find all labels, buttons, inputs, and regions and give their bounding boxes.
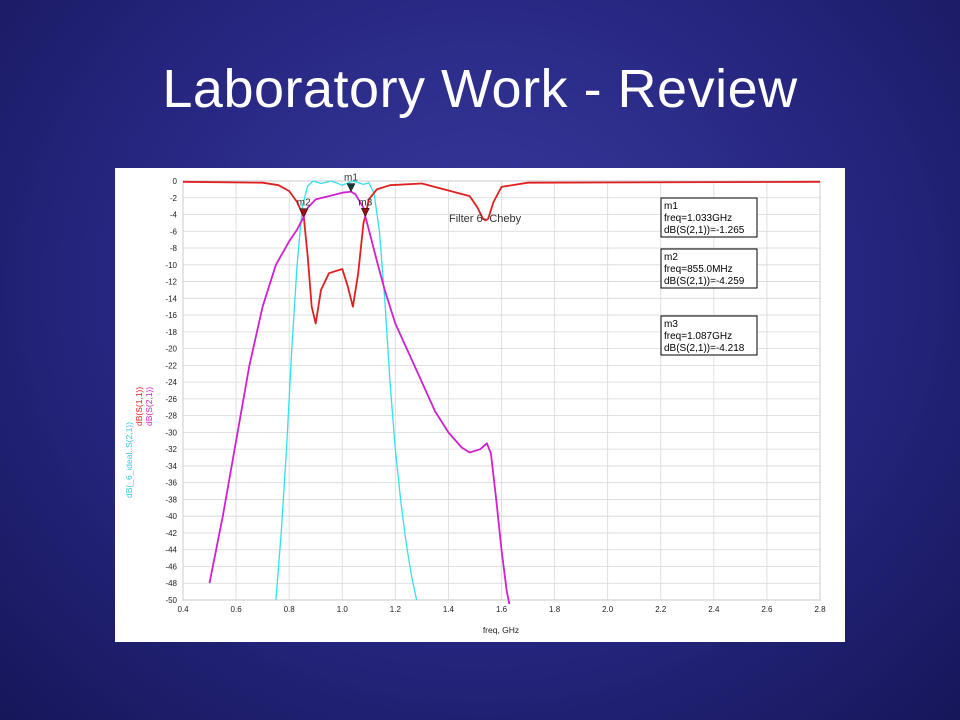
x-tick-labels: 0.4 0.6 0.8 1.0 1.2 1.4 1.6 1.8 2.0 2.2 2.4 2.6 2.8 [177,605,826,614]
marker-m1-name: m1 [664,201,678,212]
y-tick-label: -40 [165,512,177,521]
x-tick-label: 1.2 [390,605,402,614]
s-parameter-chart: 0 -2 -4 -6 -8 -10 -12 -14 -16 -18 -20 -22 -24 -26 -28 -… [124,173,826,635]
marker-m3-value: dB(S(2,1))=-4.218 [664,343,745,354]
x-tick-label: 2.0 [602,605,614,614]
marker-label-m2: m2 [297,198,311,209]
marker-triangle-m3 [360,208,370,217]
plot-panel: 0 -2 -4 -6 -8 -10 -12 -14 -16 -18 -20 -22 -24 -26 -28 -… [115,168,845,642]
x-tick-label: 0.6 [231,605,243,614]
y-tick-label: -46 [165,562,177,571]
y-tick-label: -38 [165,495,177,504]
x-tick-label: 1.6 [496,605,508,614]
y-tick-label: -44 [165,546,177,555]
grid [182,180,821,601]
y-tick-label: -42 [165,529,177,538]
y-tick-label: -26 [165,395,177,404]
x-tick-label: 2.2 [655,605,667,614]
y-tick-label: -28 [165,412,177,421]
y-label-series-s11: dB(S(1,1)) [134,387,144,426]
y-tick-label: -48 [165,579,177,588]
x-tick-label: 1.4 [443,605,455,614]
y-tick-label: -34 [165,462,177,471]
y-tick-label: -16 [165,311,177,320]
marker-m2-name: m2 [664,252,678,263]
x-tick-label: 1.8 [549,605,561,614]
y-tick-label: -50 [165,596,177,605]
marker-m3-freq: freq=1.087GHz [664,331,732,342]
y-tick-label: -36 [165,479,177,488]
y-tick-label: -20 [165,345,177,354]
y-tick-label: -2 [170,194,178,203]
marker-triangle-m1 [346,183,356,193]
x-tick-label: 1.0 [337,605,349,614]
y-tick-label: -4 [170,211,178,220]
y-tick-label: -12 [165,278,177,287]
y-tick-label: -10 [165,261,177,270]
x-tick-label: 2.4 [708,605,720,614]
x-tick-label: 2.6 [761,605,773,614]
y-label-series-ideal: dB(_6_ideal..S(2,1)) [124,422,134,498]
marker-label-m1: m1 [344,173,358,184]
filter-annotation: Filter 6- Cheby [449,213,522,225]
y-label-series-s21: dB(S(2,1)) [144,387,154,426]
marker-m2-freq: freq=855.0MHz [664,264,733,275]
marker-m3-name: m3 [664,319,678,330]
y-tick-label: 0 [173,177,178,186]
y-tick-label: -8 [170,244,178,253]
marker-m2-value: dB(S(2,1))=-4.259 [664,276,745,287]
y-tick-label: -24 [165,378,177,387]
x-axis-label: freq, GHz [483,625,519,635]
y-tick-label: -6 [170,227,178,236]
marker-box-m3: m3 freq=1.087GHz dB(S(2,1))=-4.218 [660,315,758,356]
marker-m1-value: dB(S(2,1))=-1.265 [664,225,745,236]
y-tick-label: -14 [165,294,177,303]
y-tick-label: -22 [165,361,177,370]
y-tick-label: -30 [165,428,177,437]
y-tick-labels: 0 -2 -4 -6 -8 -10 -12 -14 -16 -18 -20 -22 -24 -26 -28 -… [165,177,177,605]
x-tick-label: 2.8 [814,605,826,614]
marker-box-m1: m1 freq=1.033GHz dB(S(2,1))=-1.265 [660,197,758,238]
marker-m1-freq: freq=1.033GHz [664,213,732,224]
marker-label-m3: m3 [358,197,372,208]
x-tick-label: 0.4 [177,605,189,614]
slide-title: Laboratory Work - Review [162,59,798,119]
x-tick-label: 0.8 [284,605,296,614]
marker-box-m2: m2 freq=855.0MHz dB(S(2,1))=-4.259 [660,248,758,289]
y-tick-label: -18 [165,328,177,337]
y-tick-label: -32 [165,445,177,454]
